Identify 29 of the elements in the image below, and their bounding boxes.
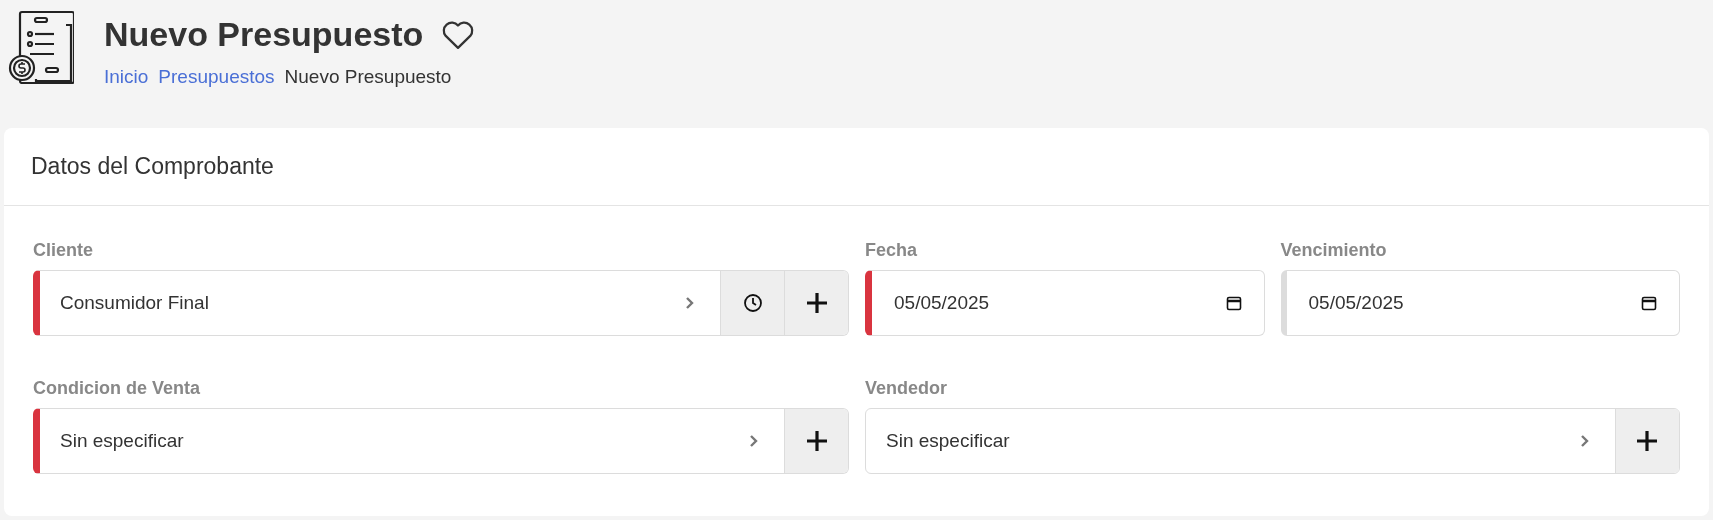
breadcrumb-current-page: Nuevo Presupuesto: [284, 66, 452, 88]
select-field[interactable]: Sin especificar: [865, 408, 1680, 474]
invoice-document-icon: [6, 10, 74, 84]
chevron-right-icon: [749, 434, 758, 448]
plus-icon: [1636, 430, 1659, 452]
calendar-icon[interactable]: [1641, 295, 1657, 311]
chevron-right-icon: [1580, 434, 1589, 448]
breadcrumb-link[interactable]: Presupuestos: [158, 66, 275, 88]
field-label: Cliente: [33, 240, 94, 261]
clock-icon: [742, 293, 763, 313]
select-field[interactable]: Sin especificar: [33, 408, 849, 474]
page-title: Nuevo Presupuesto: [104, 14, 424, 54]
breadcrumb-link[interactable]: Inicio: [104, 66, 149, 88]
plus-icon: [805, 292, 828, 314]
card-title: Datos del Comprobante: [31, 153, 274, 180]
add-button[interactable]: [1615, 409, 1679, 473]
field-label: Vencimiento: [1280, 240, 1388, 261]
chevron-right-icon: [685, 296, 694, 310]
select-field[interactable]: Consumidor Final: [33, 270, 849, 336]
add-button[interactable]: [784, 271, 848, 335]
calendar-icon[interactable]: [1225, 295, 1242, 311]
field-label: Vendedor: [865, 378, 949, 399]
history-button[interactable]: [720, 271, 784, 335]
date-field[interactable]: 05/05/2025: [1280, 270, 1680, 336]
plus-icon: [805, 430, 828, 452]
date-field[interactable]: 05/05/2025: [865, 270, 1265, 336]
field-label: Condicion de Venta: [33, 378, 202, 399]
add-button[interactable]: [784, 409, 848, 473]
field-label: Fecha: [865, 240, 919, 261]
